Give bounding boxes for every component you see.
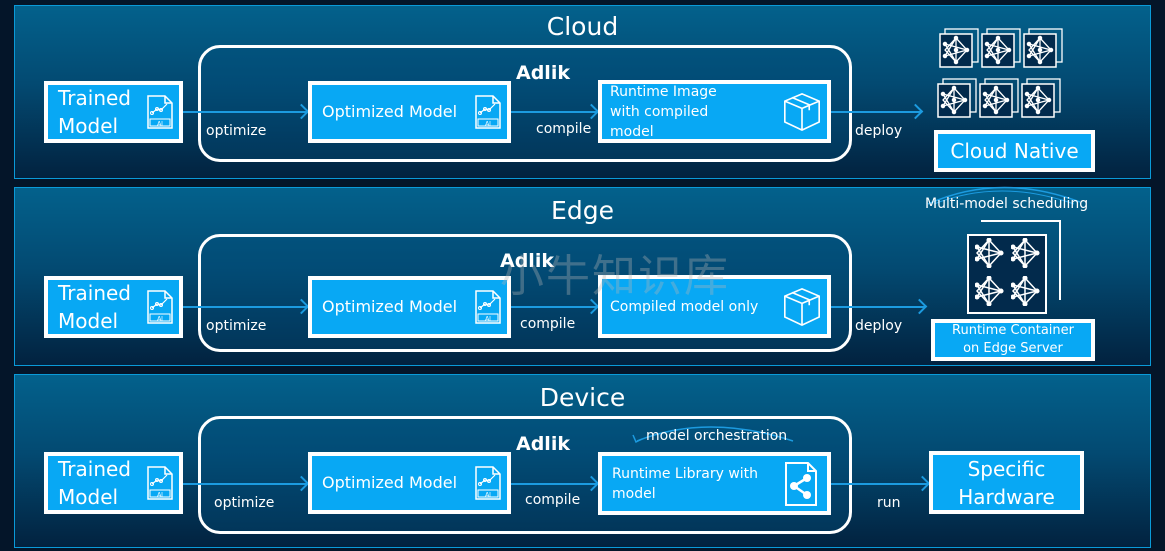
multi-model-scheduling-label: Multi-model scheduling (925, 196, 1089, 212)
deploy-label: deploy (855, 123, 903, 139)
neural-network-container-icon (979, 78, 1019, 118)
neural-network-container-icon (937, 78, 977, 118)
label: Trained (58, 457, 131, 481)
label: Optimized Model (322, 102, 458, 121)
model-orchestration-label: model orchestration (646, 428, 788, 444)
label: Runtime Library with (612, 465, 759, 482)
ai-file-icon (475, 466, 501, 500)
label: Runtime Container (952, 323, 1074, 338)
cloud-title: Cloud (546, 12, 619, 41)
run-label: run (877, 495, 901, 511)
cloud-panel: Cloud Adlik Trained Model optimize Optimi… (14, 5, 1151, 179)
label: Optimized Model (322, 297, 458, 316)
optimize-arrow (183, 306, 308, 308)
label: Optimized Model (322, 473, 458, 492)
label: model (610, 123, 654, 140)
trained-model-box: Trained Model (44, 452, 183, 514)
adlik-label: Adlik (516, 62, 570, 84)
neural-network-icon (975, 276, 1005, 306)
neural-network-container-icon (981, 28, 1021, 68)
runtime-library-box: Runtime Library with model (598, 452, 831, 515)
neural-network-container-icon (1023, 28, 1063, 68)
compile-arrow (511, 306, 598, 308)
label: Model (58, 309, 119, 333)
compile-label: compile (525, 492, 581, 508)
label: Runtime Image (610, 83, 717, 100)
compile-arrow (511, 483, 598, 485)
adlik-label: Adlik (516, 433, 570, 455)
ai-file-icon (147, 466, 173, 500)
label: with compiled (610, 103, 709, 120)
trained-model-box: Trained Model (44, 276, 183, 338)
label: Trained (58, 86, 131, 110)
label: model (612, 485, 656, 502)
label: Hardware (958, 484, 1055, 509)
optimized-model-box: Optimized Model (308, 81, 511, 143)
optimize-arrow (183, 483, 308, 485)
label: Trained (58, 281, 131, 305)
neural-network-icon (1011, 276, 1041, 306)
runtime-image-box: Runtime Image with compiled model (598, 80, 831, 143)
label: Model (58, 485, 119, 509)
deploy-arrow (831, 306, 926, 308)
neural-network-icon (975, 238, 1005, 268)
run-arrow (831, 483, 929, 485)
watermark: 小牛知识库 (500, 251, 730, 302)
deploy-arrow (831, 111, 922, 113)
ai-file-icon (147, 95, 173, 129)
label: Model (58, 114, 119, 138)
device-title: Device (539, 383, 626, 412)
neural-network-container-icon (1021, 78, 1061, 118)
deploy-label: deploy (855, 318, 903, 334)
optimize-label: optimize (214, 495, 275, 511)
label: on Edge Server (963, 341, 1063, 356)
runtime-container-box: Runtime Container on Edge Server (931, 319, 1095, 361)
specific-hardware-box: Specific Hardware (929, 451, 1084, 514)
compile-label: compile (520, 316, 576, 332)
package-box-icon (783, 287, 821, 327)
edge-container-stack (965, 220, 1065, 316)
label: Specific (967, 456, 1046, 481)
optimize-arrow (183, 111, 308, 113)
neural-network-icon (1011, 238, 1041, 268)
device-panel: Device Adlik Trained Model optimize Optim… (14, 374, 1151, 548)
compile-arrow (511, 111, 598, 113)
optimize-label: optimize (206, 318, 267, 334)
package-box-icon (783, 92, 821, 132)
trained-model-box: Trained Model (44, 81, 183, 143)
ai-file-icon (147, 290, 173, 324)
compile-label: compile (536, 121, 592, 137)
optimize-label: optimize (206, 123, 267, 139)
neural-network-container-icon (939, 28, 979, 68)
optimized-model-box: Optimized Model (308, 276, 511, 338)
label: Cloud Native (950, 139, 1079, 163)
share-file-icon (785, 462, 817, 506)
ai-file-icon (475, 95, 501, 129)
ai-file-icon (475, 290, 501, 324)
cloud-native-box: Cloud Native (934, 130, 1095, 172)
optimized-model-box: Optimized Model (308, 452, 511, 514)
